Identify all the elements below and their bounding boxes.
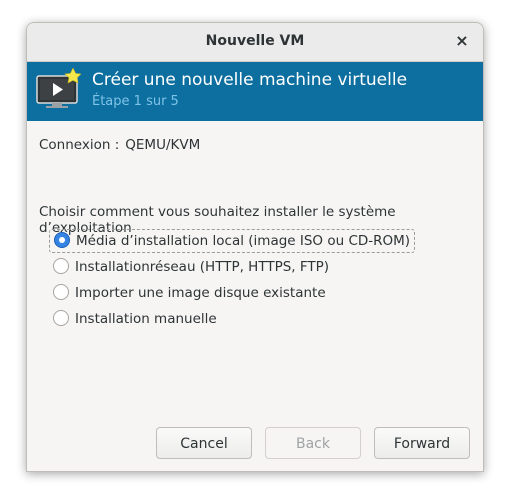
radio-button-selected[interactable] bbox=[54, 232, 70, 248]
forward-button[interactable]: Forward bbox=[374, 427, 470, 459]
option-label: Média d’installation local (image ISO ou… bbox=[76, 233, 411, 249]
option-label: Installationréseau (HTTP, HTTPS, FTP) bbox=[75, 259, 330, 275]
radio-button[interactable] bbox=[53, 258, 69, 274]
connection-value: QEMU/KVM bbox=[125, 137, 201, 153]
cancel-button[interactable]: Cancel bbox=[156, 427, 252, 459]
connection-row: Connexion : QEMU/KVM bbox=[39, 137, 200, 153]
back-button[interactable]: Back bbox=[265, 427, 361, 459]
wizard-step: Étape 1 sur 5 bbox=[92, 94, 179, 109]
option-local-media[interactable]: Média d’installation local (image ISO ou… bbox=[49, 229, 416, 253]
vm-monitor-icon bbox=[36, 68, 81, 108]
option-label: Importer une image disque existante bbox=[75, 285, 326, 301]
radio-button[interactable] bbox=[53, 310, 69, 326]
option-network-install[interactable]: Installationréseau (HTTP, HTTPS, FTP) bbox=[49, 256, 333, 278]
option-label: Installation manuelle bbox=[75, 311, 217, 327]
option-import-disk[interactable]: Importer une image disque existante bbox=[49, 282, 330, 304]
new-vm-dialog: Nouvelle VM × Créer une nouvelle machine… bbox=[26, 22, 484, 472]
title-bar: Nouvelle VM × bbox=[27, 23, 483, 62]
wizard-title: Créer une nouvelle machine virtuelle bbox=[92, 70, 408, 90]
connection-label: Connexion : bbox=[39, 137, 120, 153]
wizard-banner: Créer une nouvelle machine virtuelle Éta… bbox=[27, 62, 483, 121]
window-title: Nouvelle VM bbox=[205, 33, 305, 49]
radio-button[interactable] bbox=[53, 284, 69, 300]
close-icon[interactable]: × bbox=[451, 30, 473, 52]
option-manual-install[interactable]: Installation manuelle bbox=[49, 308, 221, 330]
